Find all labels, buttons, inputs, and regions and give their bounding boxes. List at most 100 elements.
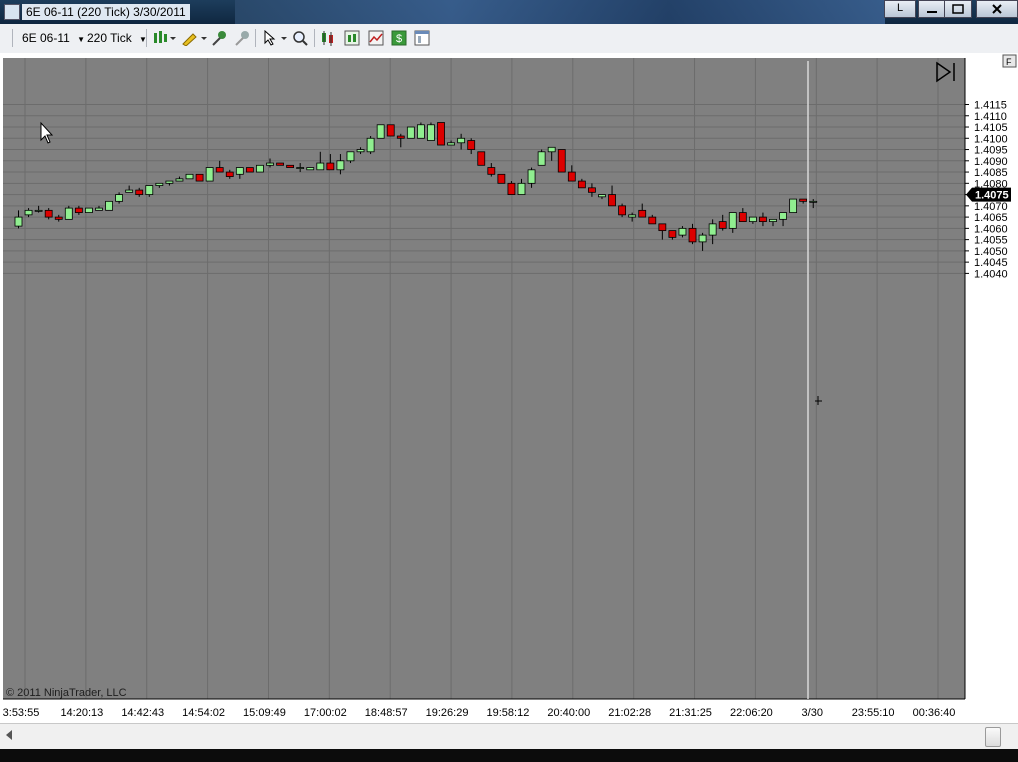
x-tick-label: 17:00:02 bbox=[304, 707, 347, 719]
candle-body bbox=[537, 151, 546, 166]
y-tick-label: 1.4100 bbox=[974, 133, 1008, 145]
taskbar-strip bbox=[235, 0, 885, 24]
cursor-icon[interactable] bbox=[262, 30, 288, 46]
strategies-icon[interactable] bbox=[368, 30, 384, 46]
candle-body bbox=[618, 205, 626, 216]
candle-body bbox=[517, 182, 526, 195]
candle-body bbox=[588, 187, 596, 193]
bar-style-icon[interactable] bbox=[152, 30, 176, 46]
candle-body bbox=[748, 216, 757, 223]
candle-body bbox=[195, 173, 204, 182]
candle-body bbox=[366, 137, 375, 153]
zoom-icon[interactable] bbox=[292, 30, 308, 46]
candle-body bbox=[567, 171, 576, 182]
y-tick-label: 1.4115 bbox=[974, 100, 1007, 112]
candle-body bbox=[135, 189, 144, 195]
draw-pencil-icon[interactable] bbox=[181, 30, 207, 46]
candle-body bbox=[296, 167, 305, 169]
data-series-icon[interactable] bbox=[320, 30, 336, 46]
candle-body bbox=[406, 126, 415, 139]
candle-body bbox=[316, 162, 325, 171]
y-tick-label: 1.4085 bbox=[974, 167, 1008, 179]
candle-body bbox=[779, 212, 787, 220]
candle-body bbox=[507, 182, 516, 195]
candle-body bbox=[467, 140, 476, 150]
horizontal-scrollbar[interactable] bbox=[0, 723, 1018, 750]
candle-body bbox=[225, 171, 234, 177]
f-marker-label: F bbox=[1006, 57, 1012, 67]
close-button[interactable] bbox=[976, 0, 1018, 18]
scroll-left-icon[interactable] bbox=[6, 730, 12, 740]
window-label-button[interactable]: L bbox=[884, 0, 916, 18]
chart-toolbar: 6E 06-11 ▼ 220 Tick ▼ $ bbox=[0, 24, 1018, 54]
candle-body bbox=[276, 162, 284, 166]
interval-selector[interactable]: 220 Tick ▼ bbox=[87, 29, 147, 47]
candle-body bbox=[85, 207, 93, 213]
x-tick-label: 20:40:00 bbox=[547, 707, 590, 719]
candle-body bbox=[346, 151, 355, 162]
instrument-selector[interactable]: 6E 06-11 ▼ bbox=[22, 29, 85, 47]
maximize-button[interactable] bbox=[944, 0, 972, 18]
x-tick-label: 21:02:28 bbox=[608, 707, 651, 719]
window-title: 6E 06-11 (220 Tick) 3/30/2011 bbox=[22, 4, 190, 20]
candle-body bbox=[34, 209, 43, 212]
x-tick-label: 15:09:49 bbox=[243, 707, 286, 719]
candle-body bbox=[809, 200, 818, 203]
candle-body bbox=[799, 198, 808, 202]
candle-body bbox=[64, 207, 73, 220]
candle-body bbox=[326, 162, 335, 171]
price-chart[interactable]: 1.41151.41101.41051.41001.40951.40901.40… bbox=[0, 53, 1018, 723]
candle-body bbox=[598, 194, 606, 198]
candle-body bbox=[437, 122, 445, 146]
toolbar-grip bbox=[12, 29, 13, 47]
candle-body bbox=[547, 146, 556, 153]
x-tick-label: 14:42:43 bbox=[121, 707, 164, 719]
candle-body bbox=[215, 167, 224, 173]
candle-body bbox=[427, 124, 435, 141]
candle-body bbox=[718, 221, 727, 229]
chevron-down-icon: ▼ bbox=[77, 35, 86, 44]
close-icon bbox=[992, 4, 1002, 14]
last-price-label: 1.4075 bbox=[975, 190, 1009, 202]
taskbar-edge bbox=[0, 749, 1018, 762]
candle-body bbox=[698, 234, 707, 243]
candle-body bbox=[658, 223, 667, 232]
y-tick-label: 1.4045 bbox=[974, 257, 1008, 269]
y-tick-label: 1.4050 bbox=[974, 246, 1008, 258]
dollar-icon[interactable]: $ bbox=[391, 30, 407, 46]
candle-body bbox=[185, 173, 194, 180]
x-tick-label: 00:36:40 bbox=[913, 707, 956, 719]
y-tick-label: 1.4110 bbox=[974, 111, 1007, 123]
minimize-button[interactable] bbox=[918, 0, 946, 18]
candle-body bbox=[386, 124, 395, 137]
chart-area: 1.4115 1.4110 1.4105 1.4100 1.4095 1.4090 1.40… bbox=[0, 53, 1018, 723]
svg-text:$: $ bbox=[396, 33, 402, 45]
candle-body bbox=[738, 212, 747, 223]
candle-body bbox=[336, 160, 345, 171]
candle-body bbox=[728, 212, 737, 229]
candle-body bbox=[688, 227, 697, 243]
candle-body bbox=[457, 137, 466, 144]
candle-body bbox=[557, 149, 566, 173]
x-tick-label: 14:20:13 bbox=[60, 707, 103, 719]
y-tick-label: 1.4060 bbox=[974, 223, 1008, 235]
toolbar-separator bbox=[255, 29, 256, 47]
instrument-label: 6E 06-11 bbox=[22, 31, 70, 45]
candle-body bbox=[769, 218, 777, 223]
candle-body bbox=[628, 214, 637, 218]
candle-body bbox=[487, 167, 496, 175]
scroll-thumb[interactable] bbox=[985, 727, 1001, 747]
y-tick-label: 1.4105 bbox=[974, 122, 1008, 134]
candle-body bbox=[678, 227, 687, 236]
candle-body bbox=[205, 167, 214, 182]
pin-icon[interactable] bbox=[211, 30, 227, 46]
pin-disabled-icon[interactable] bbox=[234, 30, 250, 46]
properties-icon[interactable] bbox=[414, 30, 430, 46]
candle-body bbox=[527, 169, 536, 184]
y-tick-label: 1.4070 bbox=[974, 201, 1008, 213]
candle-body bbox=[577, 180, 586, 189]
y-tick-label: 1.4040 bbox=[974, 268, 1008, 280]
x-tick-label: 19:26:29 bbox=[426, 707, 469, 719]
indicators-icon[interactable] bbox=[344, 30, 360, 46]
y-tick-label: 1.4065 bbox=[974, 212, 1008, 224]
